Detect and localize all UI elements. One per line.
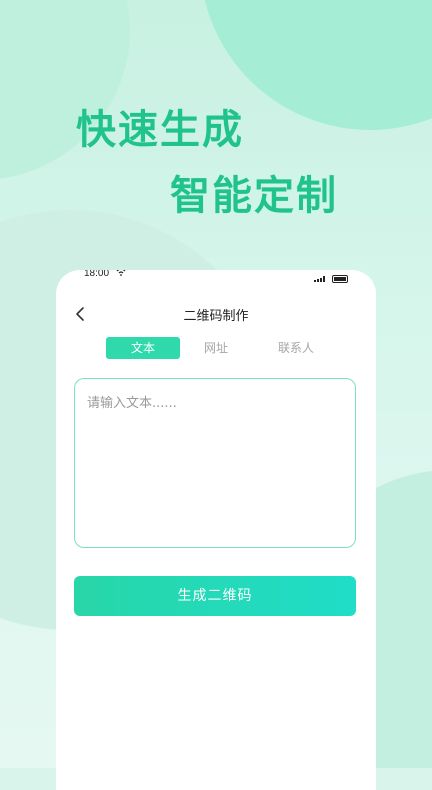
status-time: 18:00 (84, 270, 110, 279)
headline-line-2: 智能定制 (170, 173, 338, 219)
headline-line-1: 快速生成 (76, 107, 244, 153)
battery-icon (332, 275, 348, 283)
decorative-blob (0, 0, 130, 180)
signal-icon (314, 276, 325, 282)
generate-qr-button[interactable]: 生成二维码 (74, 576, 356, 616)
tab-url[interactable]: 网址 (190, 337, 242, 359)
text-input[interactable] (74, 378, 356, 548)
tab-bar: 文本 网址 联系人 (106, 337, 336, 359)
wifi-icon (116, 270, 126, 278)
phone-frame: 18:00 二维码制作 文本 网址 联系人 生成二维码 (56, 270, 376, 790)
status-bar: 18:00 (56, 270, 376, 288)
tab-text[interactable]: 文本 (106, 337, 180, 359)
tab-contact[interactable]: 联系人 (256, 337, 336, 359)
nav-bar: 二维码制作 (56, 300, 376, 328)
page-title: 二维码制作 (183, 309, 249, 324)
